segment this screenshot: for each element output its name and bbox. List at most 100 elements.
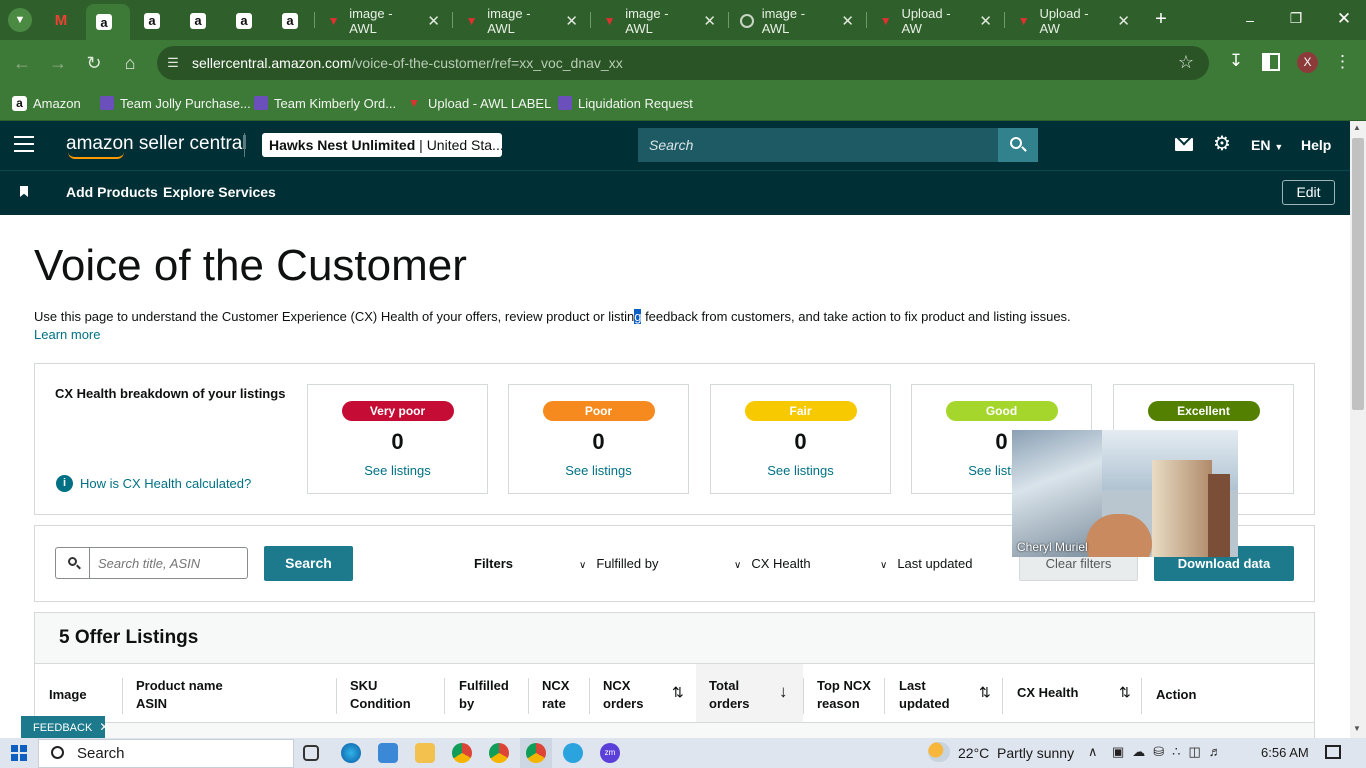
scrollbar-thumb[interactable] xyxy=(1352,138,1364,410)
tab-amazon-active[interactable]: a xyxy=(86,4,130,40)
sort-icon[interactable]: ⇅ xyxy=(672,684,684,701)
fulfilled-by-filter[interactable]: ∨ Fulfilled by xyxy=(579,556,658,571)
tab-image-awl[interactable]: ▼ image - AWL ✕ xyxy=(592,5,726,36)
restore-button[interactable]: ❐ xyxy=(1286,10,1306,28)
header-search-button[interactable] xyxy=(998,128,1038,162)
tray-icons[interactable]: ▣☁⛁∴◫♬ xyxy=(1112,744,1230,760)
close-icon[interactable]: ✕ xyxy=(427,12,440,30)
close-icon[interactable]: ✕ xyxy=(841,12,854,30)
sort-icon[interactable]: ⇅ xyxy=(1119,684,1131,701)
bookmark-label: Team Jolly Purchase... xyxy=(120,95,251,111)
bookmark-star-icon[interactable]: ☆ xyxy=(1176,52,1196,72)
reload-icon[interactable]: ↻ xyxy=(82,52,106,74)
taskbar-search-box[interactable]: Search xyxy=(38,739,294,768)
cx-health-calc-link[interactable]: How is CX Health calculated? xyxy=(80,476,251,492)
task-view-icon[interactable] xyxy=(303,745,319,761)
sort-descending-icon[interactable]: ↓ xyxy=(779,682,788,702)
tab-upload-awl[interactable]: ▼ Upload - AW ✕ xyxy=(1006,5,1140,36)
bookmark-team-kimberly[interactable]: Team Kimberly Ord... xyxy=(254,93,396,113)
mail-icon[interactable] xyxy=(1175,128,1193,151)
nav-explore-services[interactable]: Explore Services xyxy=(163,184,276,201)
tab-search-button[interactable]: ▼ xyxy=(8,8,32,32)
store-name: Hawks Nest Unlimited xyxy=(269,137,416,153)
amazon-icon: a xyxy=(96,14,112,30)
scroll-down-arrow[interactable]: ▼ xyxy=(1353,724,1361,733)
hamburger-menu-icon[interactable] xyxy=(14,136,34,152)
awl-icon: ▼ xyxy=(408,96,420,110)
status-badge: Excellent xyxy=(1147,401,1260,421)
tray-chevron-icon[interactable]: ∧ xyxy=(1088,744,1098,760)
tab-amazon[interactable]: a xyxy=(134,5,170,36)
notifications-icon[interactable] xyxy=(1325,745,1341,759)
tab-upload-awl[interactable]: ▼ Upload - AW ✕ xyxy=(868,5,1002,36)
sort-icon[interactable]: ⇅ xyxy=(979,684,991,701)
header-search-input[interactable]: Search xyxy=(638,128,998,162)
taskbar-search-label: Search xyxy=(77,745,125,762)
forward-icon[interactable]: → xyxy=(46,52,70,74)
search-icon xyxy=(51,746,64,759)
store-icon[interactable] xyxy=(378,743,398,763)
windows-start-icon[interactable] xyxy=(11,745,27,761)
file-explorer-icon[interactable] xyxy=(415,743,435,763)
help-link[interactable]: Help xyxy=(1301,136,1331,154)
home-icon[interactable]: ⌂ xyxy=(118,52,142,74)
telegram-icon[interactable] xyxy=(563,743,583,763)
listing-count: 0 xyxy=(794,429,807,454)
bookmark-amazon[interactable]: a Amazon xyxy=(12,93,81,113)
close-icon[interactable]: ✕ xyxy=(703,12,716,30)
filter-label: CX Health xyxy=(751,556,811,571)
chrome-icon[interactable] xyxy=(452,743,472,763)
cx-health-filter[interactable]: ∨ CX Health xyxy=(734,556,811,571)
col-last-updated[interactable]: Last updated xyxy=(899,677,950,713)
bookmark-team-jolly[interactable]: Team Jolly Purchase... xyxy=(100,93,251,113)
search-button[interactable]: Search xyxy=(264,546,353,581)
close-icon[interactable]: ✕ xyxy=(1117,12,1130,30)
settings-gear-icon[interactable]: ⚙ xyxy=(1212,134,1232,154)
minimize-button[interactable]: – xyxy=(1240,12,1260,28)
tab-image-awl[interactable]: image - AWL ✕ xyxy=(730,5,864,36)
chrome-icon[interactable] xyxy=(526,743,546,763)
close-icon[interactable]: ✕ xyxy=(99,720,109,734)
learn-more-link[interactable]: Learn more xyxy=(34,326,100,343)
feedback-tab[interactable]: FEEDBACK ✕ xyxy=(21,716,109,738)
language-selector[interactable]: EN ▼ xyxy=(1251,136,1283,154)
close-icon[interactable]: ✕ xyxy=(979,12,992,30)
see-listings-link[interactable]: See listings xyxy=(509,463,688,478)
see-listings-link[interactable]: See listings xyxy=(308,463,487,478)
tab-amazon[interactable]: a xyxy=(180,5,216,36)
tab-amazon[interactable]: a xyxy=(226,5,262,36)
tab-image-awl[interactable]: ▼ image - AWL ✕ xyxy=(316,5,450,36)
back-icon[interactable]: ← xyxy=(10,52,34,74)
awl-icon: ▼ xyxy=(1017,13,1030,28)
tab-image-awl[interactable]: ▼ image - AWL ✕ xyxy=(454,5,588,36)
col-ncx-orders[interactable]: NCX orders xyxy=(603,677,643,713)
nav-add-products[interactable]: Add Products xyxy=(66,184,158,201)
side-panel-icon[interactable] xyxy=(1262,53,1280,71)
browser-menu-icon[interactable]: ⋮ xyxy=(1334,51,1351,73)
clock[interactable]: 6:56 AM xyxy=(1261,745,1309,760)
site-info-icon[interactable]: ☰ xyxy=(164,54,182,72)
see-listings-link[interactable]: See listings xyxy=(711,463,890,478)
weather-text[interactable]: 22°C Partly sunny xyxy=(958,745,1074,761)
last-updated-filter[interactable]: ∨ Last updated xyxy=(880,556,973,571)
close-window-button[interactable]: ✕ xyxy=(1334,9,1354,29)
tab-amazon[interactable]: a xyxy=(272,5,308,36)
close-icon[interactable]: ✕ xyxy=(565,12,578,30)
listing-search-input[interactable] xyxy=(89,547,248,579)
col-total-orders[interactable]: Total orders xyxy=(709,677,749,713)
bookmark-upload-awl[interactable]: ▼ Upload - AWL LABEL xyxy=(406,93,551,113)
tab-gmail[interactable]: M xyxy=(44,5,78,36)
profile-avatar[interactable]: X xyxy=(1297,52,1318,73)
bookmark-liquidation[interactable]: Liquidation Request xyxy=(558,93,693,113)
download-icon[interactable]: ↧ xyxy=(1226,51,1246,73)
col-cx-health[interactable]: CX Health xyxy=(1017,684,1078,702)
chrome-icon[interactable] xyxy=(489,743,509,763)
new-tab-button[interactable]: + xyxy=(1150,8,1172,30)
edge-icon[interactable] xyxy=(341,743,361,763)
edit-nav-button[interactable]: Edit xyxy=(1282,180,1335,205)
video-call-overlay[interactable]: Cheryl Muriel xyxy=(1012,430,1238,557)
zoom-icon[interactable]: zm xyxy=(600,743,620,763)
awl-icon: ▼ xyxy=(465,13,478,28)
store-switcher[interactable]: Hawks Nest Unlimited | United Sta... xyxy=(262,133,502,157)
scroll-up-arrow[interactable]: ▲ xyxy=(1353,123,1361,132)
